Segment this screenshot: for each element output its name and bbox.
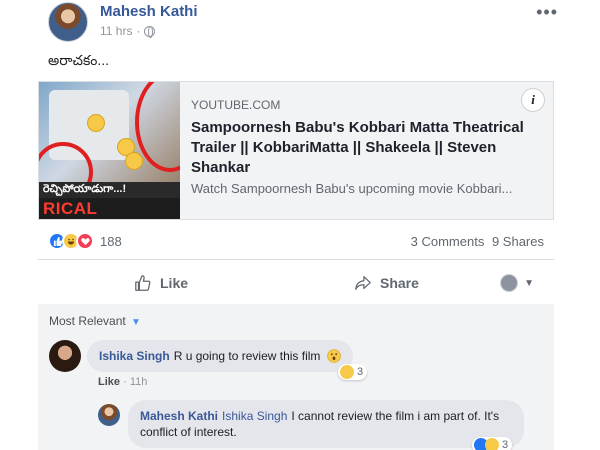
comment-author[interactable]: Ishika Singh — [99, 349, 170, 363]
post-actions: Like Share ▼ — [38, 266, 554, 300]
comment-text: R u going to review this film — [173, 349, 321, 363]
thumbs-up-icon — [135, 275, 151, 291]
link-domain: YOUTUBE.COM — [191, 98, 281, 112]
reply-item: Mahesh Kathi Ishika Singh I cannot review … — [98, 400, 524, 448]
chevron-down-icon: ▼ — [524, 277, 534, 289]
share-label: Share — [380, 275, 419, 291]
like-button[interactable]: Like — [134, 274, 188, 292]
post-meta: 11 hrs · — [100, 24, 156, 38]
post-header: Mahesh Kathi 11 hrs · ••• — [48, 0, 558, 44]
comments-sort[interactable]: Most Relevant ▼ — [49, 314, 141, 328]
globe-icon[interactable] — [144, 25, 156, 38]
chevron-down-icon: ▼ — [131, 317, 141, 328]
avatar[interactable] — [98, 404, 120, 426]
link-thumbnail[interactable]: రెచ్చిపోయాడుగా...! RICAL TRAILER — [39, 82, 180, 219]
comment-reaction-count: 3 — [502, 439, 509, 450]
info-icon[interactable]: i — [521, 88, 545, 112]
comment-bubble: Ishika Singh R u going to review this fil… — [87, 340, 353, 372]
love-reaction-icon — [76, 232, 94, 250]
thumbnail-caption-telugu: రెచ్చిపోయాడుగా...! — [39, 182, 180, 199]
post-stats: 3 Comments 9 Shares — [407, 234, 544, 249]
surprised-emoji-icon — [326, 349, 341, 363]
share-arrow-icon — [355, 276, 371, 290]
comments-count[interactable]: 3 Comments — [411, 234, 485, 249]
comments-section: Most Relevant ▼ Ishika Singh R u going to… — [38, 304, 554, 450]
comment-item: Ishika Singh R u going to review this fil… — [49, 340, 353, 372]
avatar — [500, 274, 519, 292]
avatar[interactable] — [49, 340, 81, 372]
like-label: Like — [160, 275, 189, 291]
audience-selector[interactable]: ▼ — [500, 274, 534, 292]
comment-reactions[interactable]: 3 — [472, 437, 513, 450]
link-description: Watch Sampoornesh Babu's upcoming movie … — [191, 181, 513, 196]
share-button[interactable]: Share — [354, 274, 419, 292]
haha-reaction-icon — [340, 365, 354, 379]
more-options-icon[interactable]: ••• — [536, 2, 558, 23]
comment-mention[interactable]: Ishika Singh — [222, 409, 287, 423]
post-text: అరాచకం... — [48, 52, 110, 68]
haha-reaction-icon — [485, 438, 499, 450]
link-body[interactable]: YOUTUBE.COM Sampoornesh Babu's Kobbari M… — [191, 98, 543, 196]
link-title[interactable]: Sampoornesh Babu's Kobbari Matta Theatri… — [191, 118, 543, 178]
link-preview-card[interactable]: రెచ్చిపోయాడుగా...! RICAL TRAILER YOUTUBE… — [38, 81, 554, 220]
post-author[interactable]: Mahesh Kathi — [100, 3, 198, 20]
comment-like-button[interactable]: Like — [98, 376, 120, 388]
reactions-summary[interactable]: 188 — [48, 232, 122, 250]
emoji-icon — [87, 114, 105, 132]
divider — [38, 259, 554, 260]
sort-label: Most Relevant — [49, 314, 126, 328]
comment-time[interactable]: 11h — [130, 376, 148, 388]
shares-count[interactable]: 9 Shares — [492, 234, 544, 249]
emoji-icon — [125, 152, 143, 170]
comment-author[interactable]: Mahesh Kathi — [140, 409, 218, 423]
comment-reactions[interactable]: 3 — [338, 364, 368, 380]
comment-meta: Like · 11h — [98, 376, 148, 388]
post-time[interactable]: 11 hrs — [100, 24, 132, 38]
reaction-count: 188 — [100, 233, 122, 249]
author-avatar[interactable] — [48, 2, 88, 42]
comment-reaction-count: 3 — [357, 366, 364, 378]
thumbnail-caption-trailer: RICAL TRAILER — [39, 198, 180, 219]
comment-bubble: Mahesh Kathi Ishika Singh I cannot review … — [128, 400, 524, 448]
